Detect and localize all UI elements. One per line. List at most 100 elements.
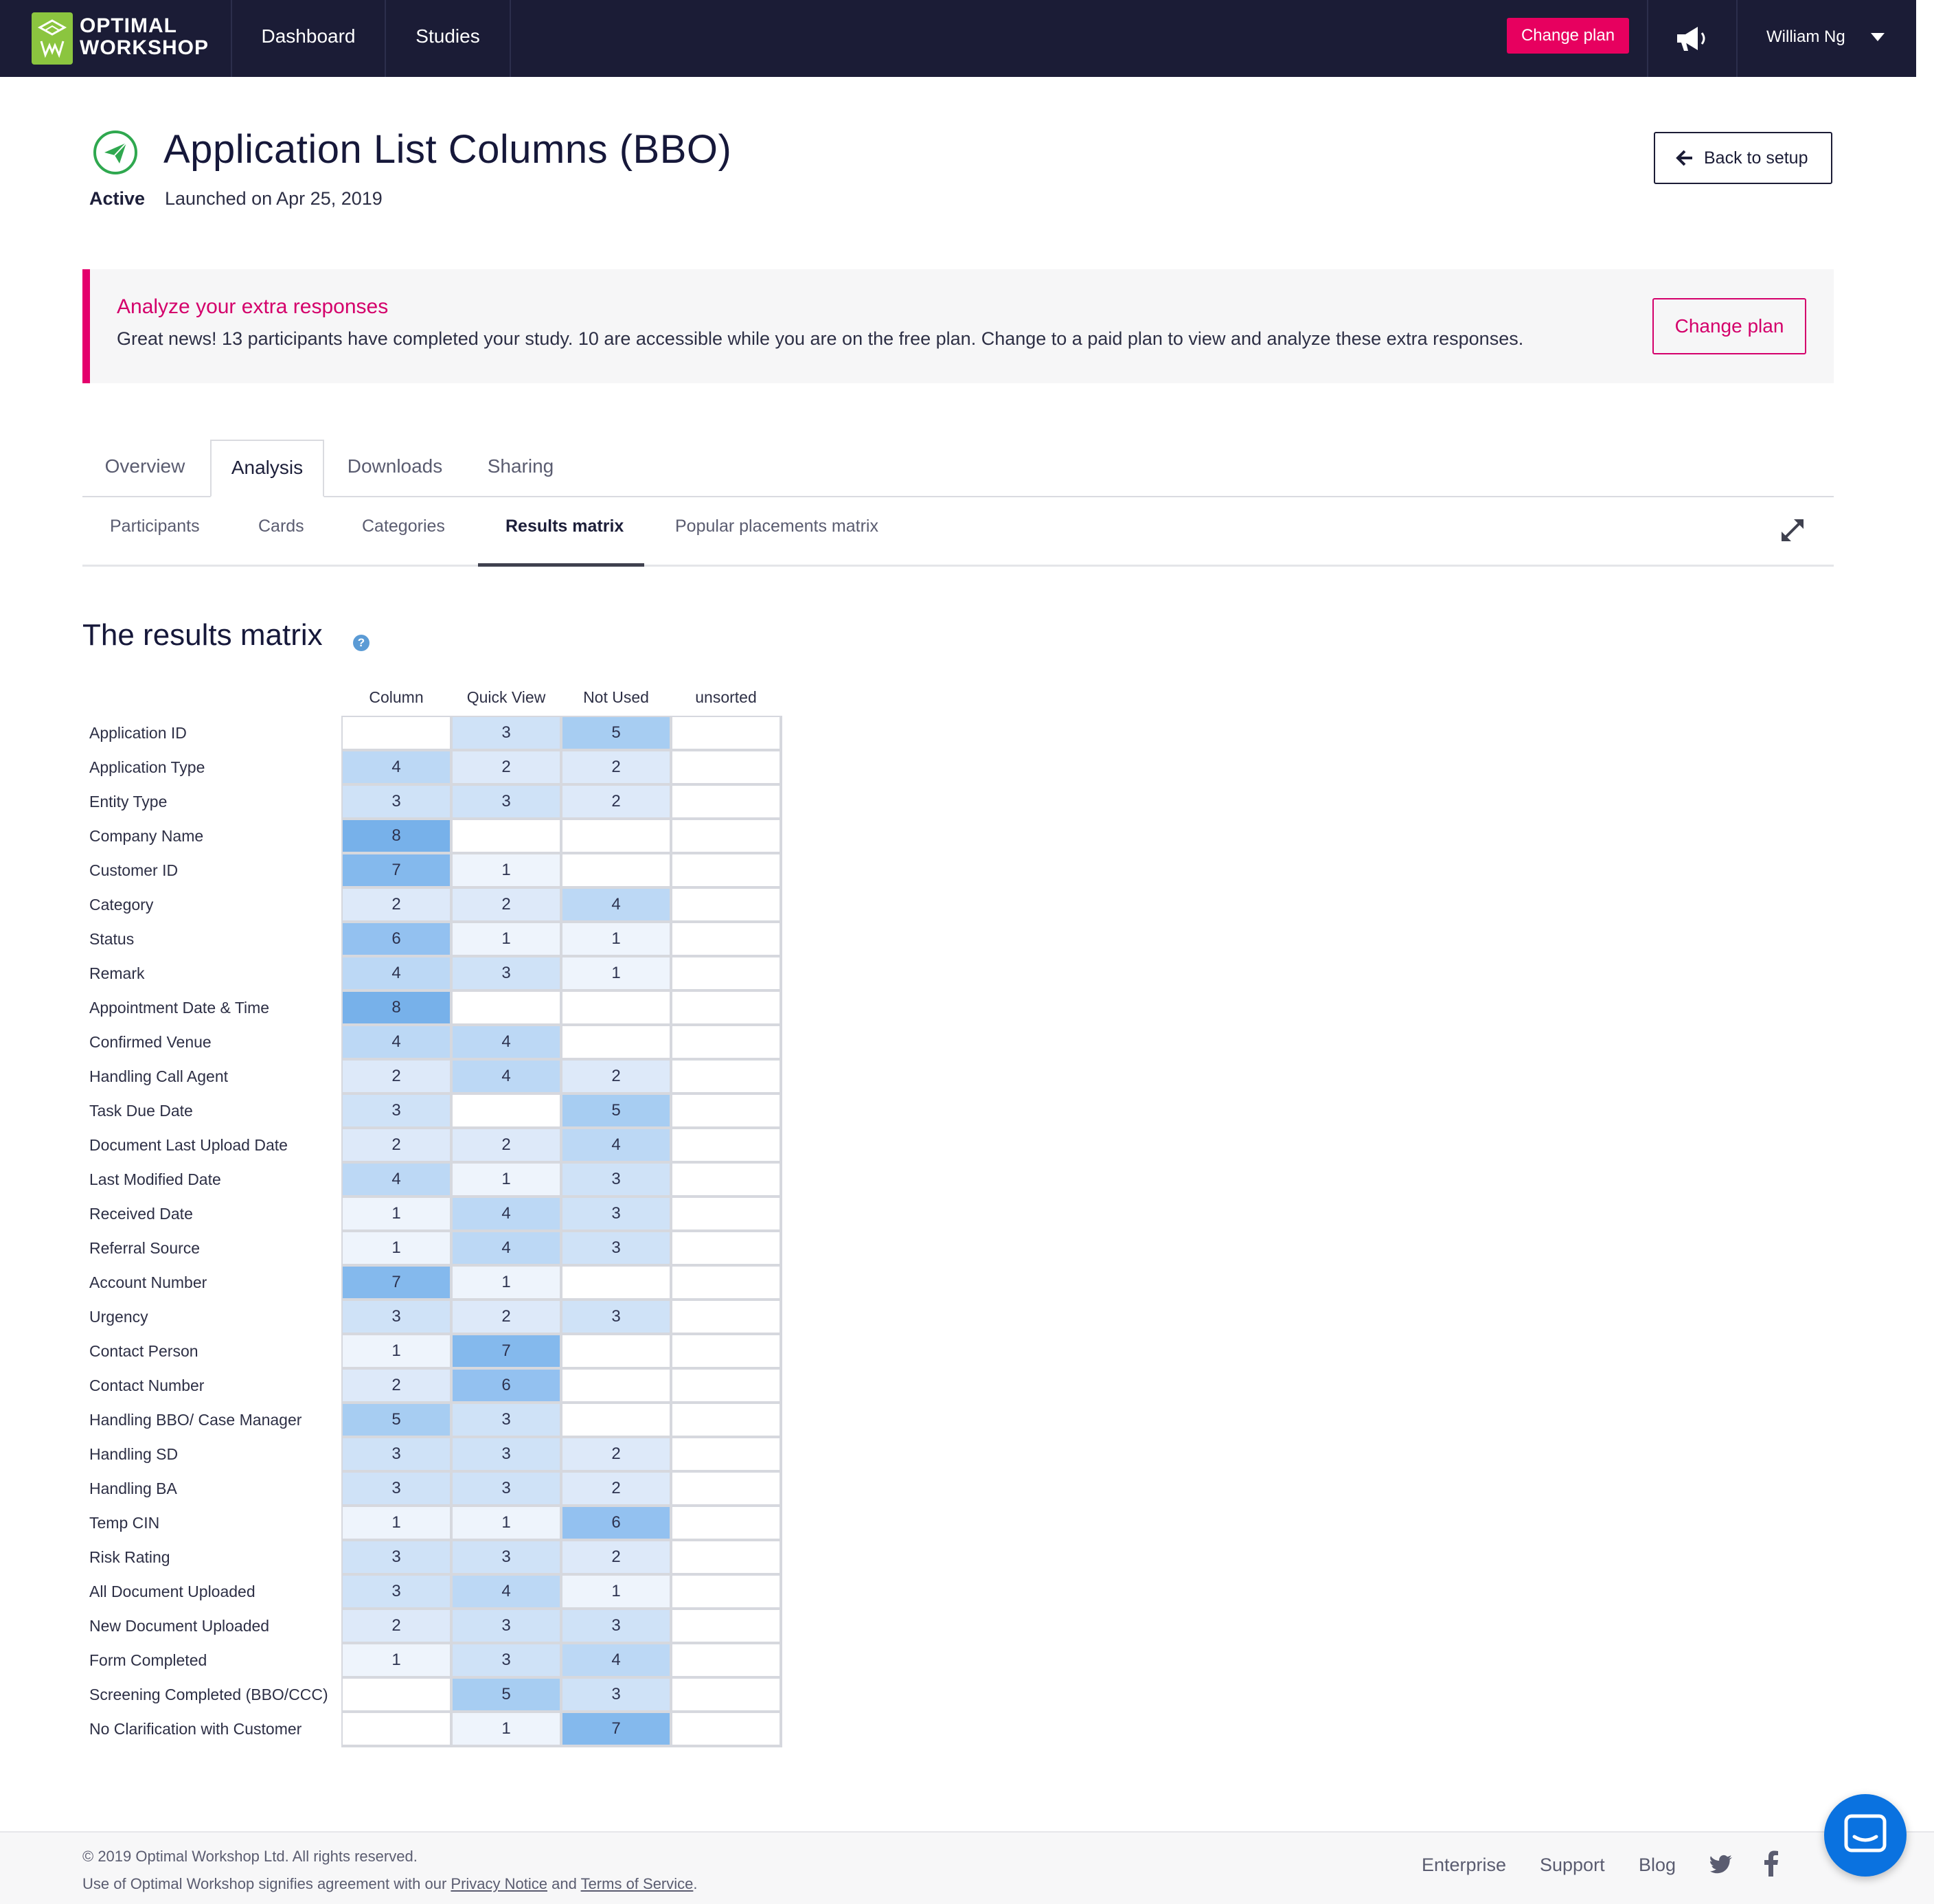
banner-message: Great news! 13 participants have complet… xyxy=(117,328,1524,349)
matrix-cell: 3 xyxy=(562,1679,670,1710)
matrix-row-label: New Document Uploaded xyxy=(89,1617,270,1635)
matrix-cell xyxy=(562,1404,670,1436)
tab-downloads[interactable]: Downloads xyxy=(339,440,451,497)
matrix-cell xyxy=(562,1370,670,1401)
matrix-row-label: Received Date xyxy=(89,1205,193,1223)
matrix-cell: 2 xyxy=(343,1061,450,1092)
matrix-cell: 3 xyxy=(562,1198,670,1229)
matrix-row-label: Document Last Upload Date xyxy=(89,1136,288,1154)
matrix-cell: 4 xyxy=(453,1232,560,1264)
matrix-cell: 1 xyxy=(453,1164,560,1195)
matrix-cell: 2 xyxy=(562,1438,670,1470)
subtab-participants[interactable]: Participants xyxy=(110,517,200,544)
page-title: Application List Columns (BBO) xyxy=(163,127,732,172)
matrix-row-label: Confirmed Venue xyxy=(89,1033,212,1051)
matrix-cell: 3 xyxy=(562,1164,670,1195)
matrix-cell xyxy=(672,1301,780,1333)
matrix-cell xyxy=(672,992,780,1023)
optimal-workshop-logo-icon[interactable] xyxy=(32,12,73,65)
matrix-cell: 2 xyxy=(453,1301,560,1333)
matrix-row-label: Application Type xyxy=(89,758,205,776)
matrix-cell: 3 xyxy=(453,957,560,989)
matrix-column-header: Quick View xyxy=(466,688,546,706)
matrix-cell xyxy=(672,1679,780,1710)
footer-support-link[interactable]: Support xyxy=(1540,1855,1605,1876)
matrix-row-label: Application ID xyxy=(89,724,187,742)
footer-legal-and: and xyxy=(551,1875,577,1892)
matrix-cell xyxy=(562,820,670,852)
back-to-setup-button[interactable]: Back to setup xyxy=(1654,132,1832,184)
matrix-cell: 3 xyxy=(343,1473,450,1504)
matrix-row-label: Remark xyxy=(89,964,145,982)
matrix-cell xyxy=(562,992,670,1023)
matrix-cell: 6 xyxy=(453,1370,560,1401)
matrix-row-label: All Document Uploaded xyxy=(89,1583,255,1600)
matrix-cell xyxy=(672,1438,780,1470)
matrix-cell: 4 xyxy=(453,1198,560,1229)
subtab-popular-placements-matrix[interactable]: Popular placements matrix xyxy=(675,517,878,544)
matrix-cell xyxy=(453,992,560,1023)
footer-enterprise-link[interactable]: Enterprise xyxy=(1422,1855,1506,1876)
matrix-row-label: Task Due Date xyxy=(89,1102,193,1120)
twitter-icon[interactable] xyxy=(1710,1853,1733,1875)
matrix-row-label: Form Completed xyxy=(89,1651,207,1669)
support-chat-button[interactable] xyxy=(1824,1794,1907,1877)
matrix-cell: 5 xyxy=(453,1679,560,1710)
matrix-row-label: Last Modified Date xyxy=(89,1170,221,1188)
nav-studies-link[interactable]: Studies xyxy=(386,0,510,77)
launch-date-label: Launched on Apr 25, 2019 xyxy=(165,188,383,209)
terms-of-service-link[interactable]: Terms of Service xyxy=(581,1875,694,1892)
active-status-icon xyxy=(92,129,139,176)
matrix-cell xyxy=(672,854,780,886)
matrix-row-label: No Clarification with Customer xyxy=(89,1720,302,1738)
matrix-cell: 2 xyxy=(562,786,670,817)
footer-blog-link[interactable]: Blog xyxy=(1639,1855,1676,1876)
matrix-cell xyxy=(343,1713,450,1745)
matrix-cell: 5 xyxy=(562,1095,670,1126)
help-question-icon[interactable]: ? xyxy=(353,635,369,651)
matrix-cell xyxy=(672,1610,780,1642)
matrix-cell: 3 xyxy=(343,1438,450,1470)
announcements-megaphone-icon[interactable] xyxy=(1668,21,1716,56)
chevron-down-icon[interactable] xyxy=(1871,33,1885,41)
user-menu[interactable]: William Ng xyxy=(1766,0,1845,77)
matrix-row-label: Account Number xyxy=(89,1273,207,1291)
tab-sharing[interactable]: Sharing xyxy=(479,440,562,497)
matrix-cell: 3 xyxy=(453,1404,560,1436)
matrix-cell xyxy=(343,1679,450,1710)
matrix-cell: 3 xyxy=(453,1473,560,1504)
matrix-row-label: Urgency xyxy=(89,1308,148,1326)
matrix-row-label: Handling Call Agent xyxy=(89,1067,229,1085)
logo-wordmark[interactable]: OPTIMAL WORKSHOP xyxy=(80,15,209,59)
nav-dashboard-link[interactable]: Dashboard xyxy=(232,0,385,77)
tab-analysis[interactable]: Analysis xyxy=(210,440,324,497)
subtab-categories[interactable]: Categories xyxy=(362,517,445,544)
matrix-cell: 1 xyxy=(343,1644,450,1676)
matrix-cell: 4 xyxy=(343,957,450,989)
subtab-results-matrix[interactable]: Results matrix xyxy=(505,517,624,544)
matrix-cell: 8 xyxy=(343,820,450,852)
matrix-cell xyxy=(672,751,780,783)
matrix-cell: 3 xyxy=(343,786,450,817)
facebook-icon[interactable] xyxy=(1764,1850,1779,1877)
matrix-cell: 3 xyxy=(343,1301,450,1333)
matrix-cell: 2 xyxy=(453,889,560,920)
matrix-cell: 4 xyxy=(343,1026,450,1058)
matrix-cell xyxy=(672,1061,780,1092)
matrix-row-label: Company Name xyxy=(89,827,204,845)
privacy-notice-link[interactable]: Privacy Notice xyxy=(451,1875,547,1892)
expand-fullscreen-icon[interactable] xyxy=(1779,517,1806,544)
banner-change-plan-button[interactable]: Change plan xyxy=(1652,298,1806,354)
matrix-cell: 6 xyxy=(343,923,450,955)
matrix-column-header: Column xyxy=(369,688,424,706)
matrix-cell xyxy=(562,1335,670,1367)
matrix-row-label: Risk Rating xyxy=(89,1548,170,1566)
subtab-cards[interactable]: Cards xyxy=(258,517,304,544)
matrix-cell: 1 xyxy=(453,923,560,955)
matrix-cell: 7 xyxy=(453,1335,560,1367)
nav-change-plan-button[interactable]: Change plan xyxy=(1507,18,1629,54)
matrix-cell: 2 xyxy=(562,1541,670,1573)
tab-overview[interactable]: Overview xyxy=(92,440,198,497)
matrix-cell: 1 xyxy=(453,854,560,886)
footer-copyright: © 2019 Optimal Workshop Ltd. All rights … xyxy=(82,1848,418,1865)
